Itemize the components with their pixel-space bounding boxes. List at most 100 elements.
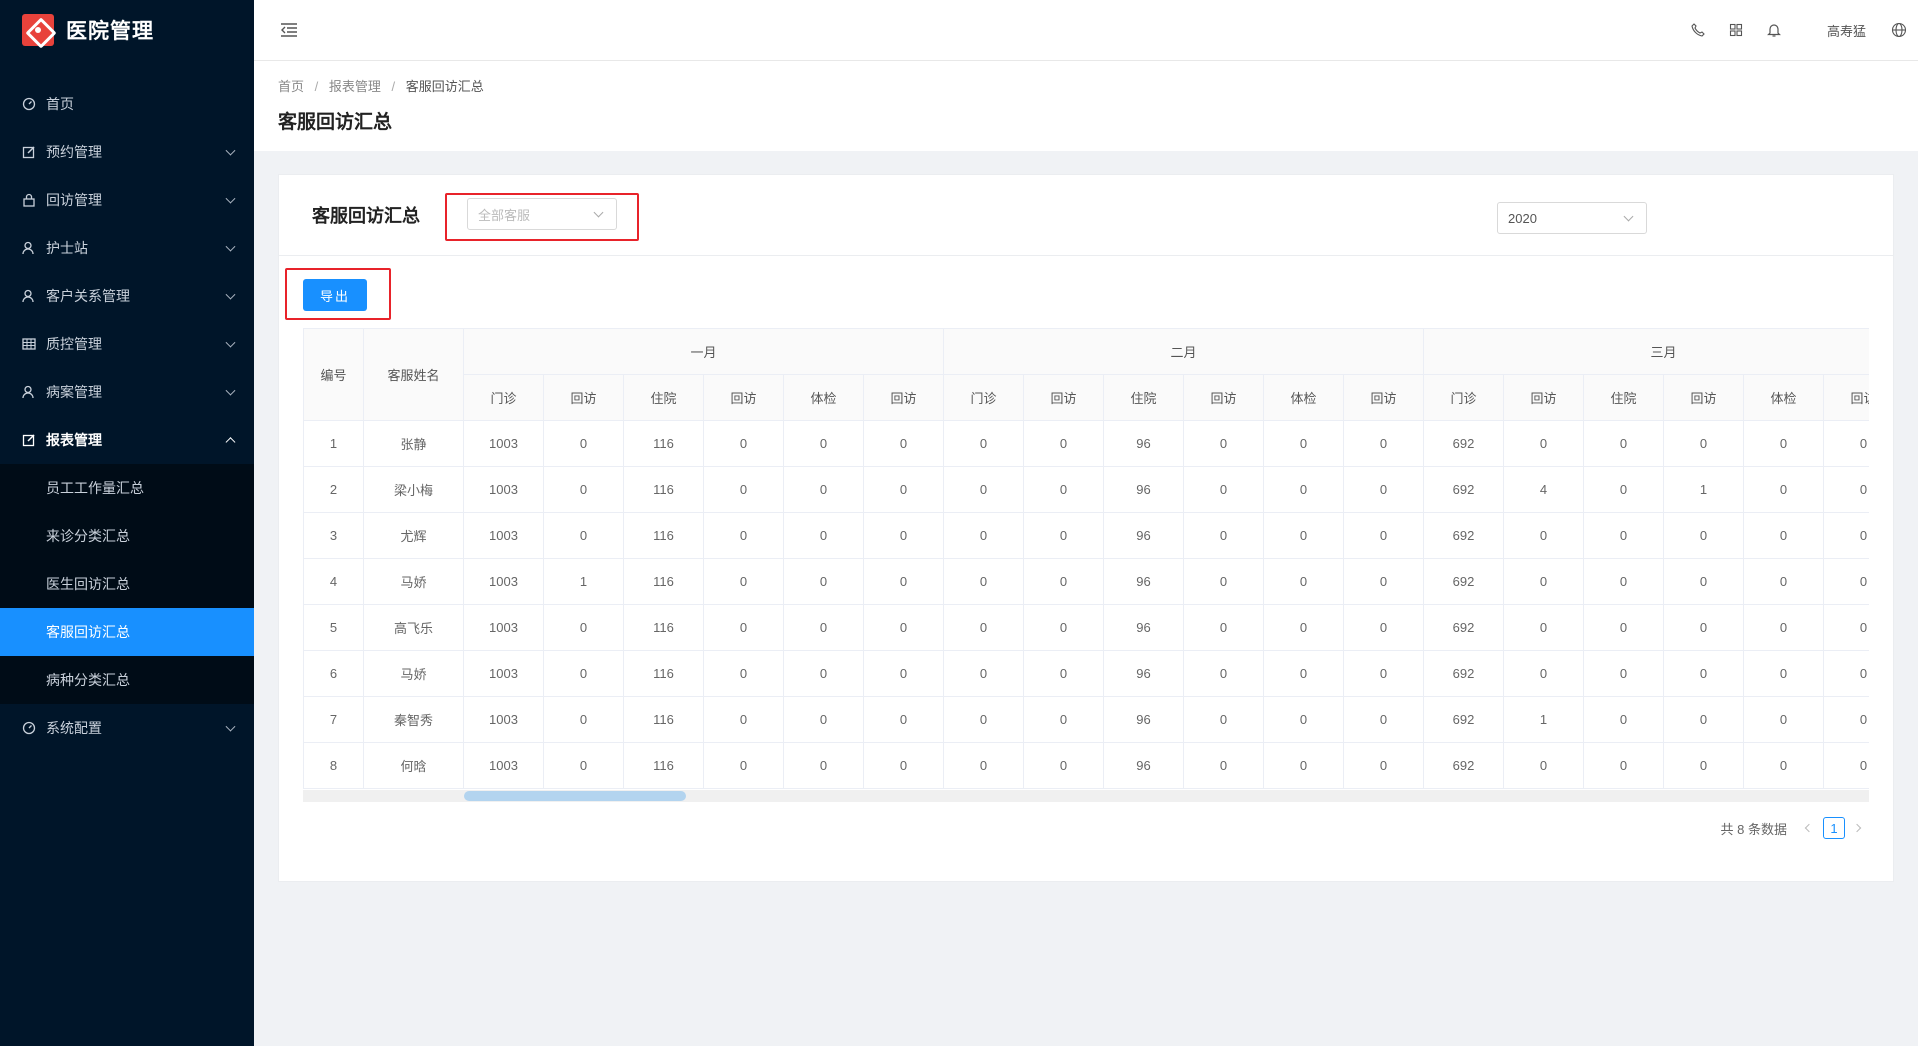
edit-icon xyxy=(22,145,36,159)
cell-value: 692 xyxy=(1423,420,1505,467)
sub-col-header: 回访 xyxy=(862,374,945,421)
month-header: 三月 xyxy=(1423,328,1869,375)
sub-col-header: 回访 xyxy=(1503,374,1585,421)
scrollbar-thumb[interactable] xyxy=(464,791,686,801)
pagination: 共 8 条数据 1 xyxy=(1721,817,1869,839)
globe-icon[interactable] xyxy=(1891,22,1907,38)
cell-value: 0 xyxy=(1343,420,1425,467)
prev-page-icon[interactable] xyxy=(1799,817,1819,839)
bell-icon[interactable] xyxy=(1766,22,1782,38)
sidebar-item-appointments[interactable]: 预约管理 xyxy=(0,128,254,176)
cell-value: 692 xyxy=(1423,512,1505,559)
table-header-row: 编号 客服姓名 一月 二月 三月 xyxy=(303,328,1869,421)
cell-value: 692 xyxy=(1423,742,1505,789)
cell-value: 1003 xyxy=(463,466,544,513)
breadcrumb-home[interactable]: 首页 xyxy=(278,79,304,94)
cell-value: 0 xyxy=(1663,512,1745,559)
user-name[interactable]: 高寿猛 xyxy=(1827,21,1866,40)
sub-col-header: 体检 xyxy=(783,374,864,421)
cell-value: 0 xyxy=(1023,558,1105,605)
cell-value: 96 xyxy=(1103,512,1185,559)
cell-value: 116 xyxy=(623,558,704,605)
cell-id: 5 xyxy=(303,604,364,651)
cell-value: 4 xyxy=(1503,466,1585,513)
sidebar-item-label: 首页 xyxy=(46,96,74,112)
cell-value: 0 xyxy=(862,558,945,605)
sidebar-subitem-service-followup[interactable]: 客服回访汇总 xyxy=(0,608,254,656)
sidebar: 医院管理 首页 预约管理 回访管理 护士站 客户关系管理 质控管理 病案管理 报… xyxy=(0,0,254,1046)
cell-value: 0 xyxy=(1263,742,1345,789)
cell-value: 0 xyxy=(1583,558,1665,605)
cell-value: 0 xyxy=(1343,604,1425,651)
cell-value: 0 xyxy=(1503,604,1585,651)
cell-value: 0 xyxy=(543,696,624,743)
logo[interactable]: 医院管理 xyxy=(0,0,254,60)
cell-value: 0 xyxy=(1583,420,1665,467)
cell-value: 692 xyxy=(1423,696,1505,743)
cell-id: 3 xyxy=(303,512,364,559)
sub-col-header: 回访 xyxy=(1023,374,1105,421)
cell-value: 0 xyxy=(1663,604,1745,651)
table-row: 1 张静 1003 0 116 0 0 0 0 0 96 0 0 0 692 0 0 0 0 0 xyxy=(303,420,1869,467)
cell-value: 0 xyxy=(1663,650,1745,697)
next-page-icon[interactable] xyxy=(1849,817,1869,839)
sidebar-item-system-config[interactable]: 系统配置 xyxy=(0,704,254,752)
cell-name: 马娇 xyxy=(363,558,464,605)
sidebar-item-home[interactable]: 首页 xyxy=(0,80,254,128)
cell-value: 0 xyxy=(1343,512,1425,559)
cell-value: 0 xyxy=(862,512,945,559)
cell-value: 0 xyxy=(1183,604,1265,651)
cell-value: 1003 xyxy=(463,512,544,559)
cell-value: 0 xyxy=(1183,696,1265,743)
sidebar-item-reports[interactable]: 报表管理 xyxy=(0,416,254,464)
page-number[interactable]: 1 xyxy=(1823,817,1845,839)
table-row: 7 秦智秀 1003 0 116 0 0 0 0 0 96 0 0 0 692 1 0 0 0 0 xyxy=(303,696,1869,743)
sidebar-menu: 首页 预约管理 回访管理 护士站 客户关系管理 质控管理 病案管理 报表管理 员… xyxy=(0,80,254,752)
cell-value: 0 xyxy=(783,512,864,559)
sidebar-subitem-staff-workload[interactable]: 员工工作量汇总 xyxy=(0,464,254,512)
lock-icon xyxy=(22,193,36,207)
menu-fold-icon[interactable] xyxy=(280,22,298,38)
apps-icon[interactable] xyxy=(1728,22,1744,38)
sidebar-item-crm[interactable]: 客户关系管理 xyxy=(0,272,254,320)
sub-col-header: 回访 xyxy=(703,374,784,421)
sidebar-item-medical-records[interactable]: 病案管理 xyxy=(0,368,254,416)
cell-name: 梁小梅 xyxy=(363,466,464,513)
cell-value: 0 xyxy=(703,696,784,743)
dashboard-icon xyxy=(22,97,36,111)
year-select-value: 2020 xyxy=(1508,210,1537,226)
sidebar-subitem-disease-category[interactable]: 病种分类汇总 xyxy=(0,656,254,704)
year-select[interactable]: 2020 xyxy=(1497,202,1647,234)
breadcrumb-reports[interactable]: 报表管理 xyxy=(329,79,381,94)
cell-value: 0 xyxy=(1583,742,1665,789)
sidebar-item-label: 预约管理 xyxy=(46,144,102,160)
cell-value: 96 xyxy=(1103,420,1185,467)
cell-value: 0 xyxy=(1023,650,1105,697)
cell-value: 0 xyxy=(1023,604,1105,651)
sidebar-item-nurse-station[interactable]: 护士站 xyxy=(0,224,254,272)
table-row: 2 梁小梅 1003 0 116 0 0 0 0 0 96 0 0 0 692 4 0 1 0 0 xyxy=(303,466,1869,513)
phone-icon[interactable] xyxy=(1690,22,1706,38)
chevron-down-icon xyxy=(225,241,236,252)
sidebar-item-quality-control[interactable]: 质控管理 xyxy=(0,320,254,368)
cell-value: 0 xyxy=(943,558,1025,605)
chevron-down-icon xyxy=(1623,211,1634,222)
chevron-down-icon xyxy=(225,721,236,732)
cell-value: 0 xyxy=(703,558,784,605)
cell-value: 0 xyxy=(1583,650,1665,697)
sub-col-header: 住院 xyxy=(1583,374,1665,421)
cell-value: 0 xyxy=(1743,604,1825,651)
table-body: 1 张静 1003 0 116 0 0 0 0 0 96 0 0 0 692 0 0 0 0 0 2 梁小梅 1003 0 11… xyxy=(303,420,1869,789)
cell-value: 0 xyxy=(1183,650,1265,697)
hospital-logo-icon xyxy=(22,14,54,46)
cell-value: 0 xyxy=(783,604,864,651)
user-icon xyxy=(22,385,36,399)
sidebar-subitem-visit-category[interactable]: 来诊分类汇总 xyxy=(0,512,254,560)
sub-col-header: 回访 xyxy=(1183,374,1265,421)
horizontal-scrollbar[interactable] xyxy=(303,790,1869,802)
sidebar-item-followup[interactable]: 回访管理 xyxy=(0,176,254,224)
cell-value: 0 xyxy=(703,512,784,559)
cell-value: 0 xyxy=(1343,466,1425,513)
sidebar-subitem-doctor-followup[interactable]: 医生回访汇总 xyxy=(0,560,254,608)
cell-name: 秦智秀 xyxy=(363,696,464,743)
